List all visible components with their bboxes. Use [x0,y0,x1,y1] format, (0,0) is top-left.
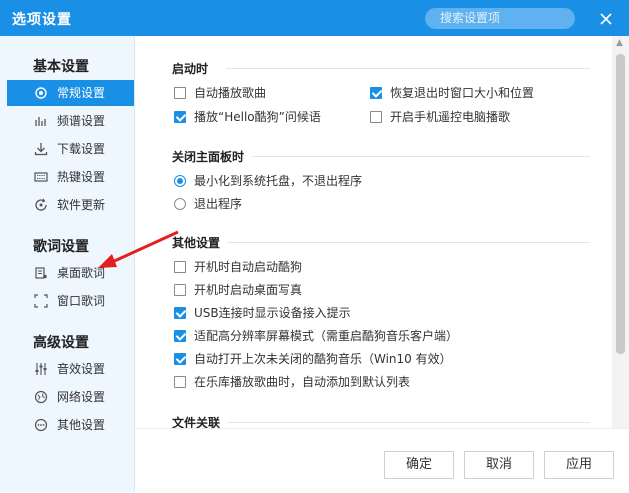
option-autostart[interactable]: 开机时自动启动酷狗 [174,258,302,276]
checkbox-checked[interactable] [174,330,186,342]
more-icon [34,418,48,432]
apply-button[interactable]: 应用 [544,451,614,479]
spectrum-icon [35,117,46,126]
checkbox[interactable] [174,376,186,388]
gear-icon [35,87,47,99]
section-title-startup: 启动时 [172,62,209,76]
sidebar-item-download[interactable]: 下载设置 [7,136,134,162]
option-auto-play[interactable]: 自动播放歌曲 [174,84,266,102]
option-high-dpi[interactable]: 适配高分辨率屏幕模式（需重启酷狗音乐客户端） [174,327,458,345]
option-label: 开机时启动桌面写真 [194,283,303,297]
sidebar-item-label: 桌面歌词 [57,266,106,280]
checkbox[interactable] [174,87,186,99]
dialog-footer: 确定 取消 应用 [136,428,629,493]
option-label: 自动播放歌曲 [194,86,267,100]
option-desktop-portrait[interactable]: 开机时启动桌面写真 [174,281,302,299]
sidebar-item-spectrum[interactable]: 频谱设置 [7,108,134,134]
radio[interactable] [174,198,186,210]
ok-button[interactable]: 确定 [384,451,454,479]
sidebar-item-network[interactable]: 网络设置 [7,384,134,410]
option-label: USB连接时显示设备接入提示 [194,306,351,320]
sidebar-item-general[interactable]: 常规设置 [7,80,134,106]
search-input[interactable]: 搜索设置项 [425,8,575,29]
sidebar-item-label: 热键设置 [57,170,106,184]
option-reopen-last[interactable]: 自动打开上次未关闭的酷狗音乐（Win10 有效） [174,350,452,368]
sidebar-group-lyrics: 歌词设置 [33,239,89,255]
sidebar-item-other[interactable]: 其他设置 [7,412,134,438]
sidebar-item-label: 常规设置 [57,86,106,100]
keyboard-icon [34,172,48,182]
sidebar-group-advanced: 高级设置 [33,335,89,351]
option-add-to-default-list[interactable]: 在乐库播放歌曲时，自动添加到默认列表 [174,373,410,391]
sidebar-item-desktop-lyrics[interactable]: 桌面歌词 [7,260,134,286]
checkbox[interactable] [370,111,382,123]
sidebar-item-label: 其他设置 [57,418,106,432]
scroll-up-arrow-icon[interactable]: ▲ [616,38,623,48]
sidebar-item-label: 网络设置 [57,390,106,404]
sidebar-item-label: 下载设置 [57,142,106,156]
section-divider [228,422,590,423]
sidebar-item-label: 窗口歌词 [57,294,106,308]
window-lyrics-icon [34,294,48,308]
option-label: 开启手机遥控电脑播歌 [390,110,511,124]
checkbox-checked[interactable] [174,111,186,123]
sidebar-item-update[interactable]: 软件更新 [7,192,134,218]
section-divider [252,156,590,157]
option-label: 播放“Hello酷狗”问候语 [194,110,321,124]
option-label: 退出程序 [194,197,243,211]
sidebar-group-basic: 基本设置 [33,59,89,75]
equalizer-icon [35,363,47,375]
option-minimize-to-tray[interactable]: 最小化到系统托盘，不退出程序 [174,172,362,190]
checkbox-checked[interactable] [370,87,382,99]
section-divider [226,68,590,69]
title-bar: 选项设置 搜索设置项 [0,0,629,36]
checkbox[interactable] [174,284,186,296]
checkbox[interactable] [174,261,186,273]
checkbox-checked[interactable] [174,353,186,365]
sidebar-item-label: 频谱设置 [57,114,106,128]
sidebar-item-hotkey[interactable]: 热键设置 [7,164,134,190]
sidebar-item-sound-effects[interactable]: 音效设置 [7,356,134,382]
network-icon [34,390,48,404]
option-label: 恢复退出时窗口大小和位置 [390,86,535,100]
sidebar: 基本设置 常规设置 频谱设置 下载设置 热键设置 软件更新 歌词设置 桌面歌词 … [0,36,135,492]
section-title-other: 其他设置 [172,236,221,250]
update-icon [35,198,47,211]
option-label: 在乐库播放歌曲时，自动添加到默认列表 [194,375,411,389]
close-icon[interactable] [596,9,616,29]
radio-selected[interactable] [174,175,186,187]
section-title-file-assoc: 文件关联 [172,416,221,428]
desktop-lyrics-icon [35,267,47,279]
option-hello-greeting[interactable]: 播放“Hello酷狗”问候语 [174,108,321,126]
download-icon [34,143,48,156]
section-title-close-panel: 关闭主面板时 [172,150,245,164]
window-title: 选项设置 [12,12,72,28]
option-label: 自动打开上次未关闭的酷狗音乐（Win10 有效） [194,352,452,366]
scrollbar-thumb[interactable] [616,54,625,354]
scrollbar[interactable]: ▲ [612,36,629,428]
sidebar-item-window-lyrics[interactable]: 窗口歌词 [7,288,134,314]
option-restore-window[interactable]: 恢复退出时窗口大小和位置 [370,84,534,102]
section-divider [228,242,590,243]
option-label: 最小化到系统托盘，不退出程序 [194,174,363,188]
sidebar-item-label: 软件更新 [57,198,106,212]
option-phone-remote[interactable]: 开启手机遥控电脑播歌 [370,108,510,126]
checkbox-checked[interactable] [174,307,186,319]
option-label: 开机时自动启动酷狗 [194,260,303,274]
option-usb-prompt[interactable]: USB连接时显示设备接入提示 [174,304,351,322]
option-label: 适配高分辨率屏幕模式（需重启酷狗音乐客户端） [194,329,459,343]
cancel-button[interactable]: 取消 [464,451,534,479]
sidebar-item-label: 音效设置 [57,362,106,376]
settings-content: 启动时 自动播放歌曲 恢复退出时窗口大小和位置 播放“Hello酷狗”问候语 开… [136,36,612,428]
option-exit-program[interactable]: 退出程序 [174,195,242,213]
